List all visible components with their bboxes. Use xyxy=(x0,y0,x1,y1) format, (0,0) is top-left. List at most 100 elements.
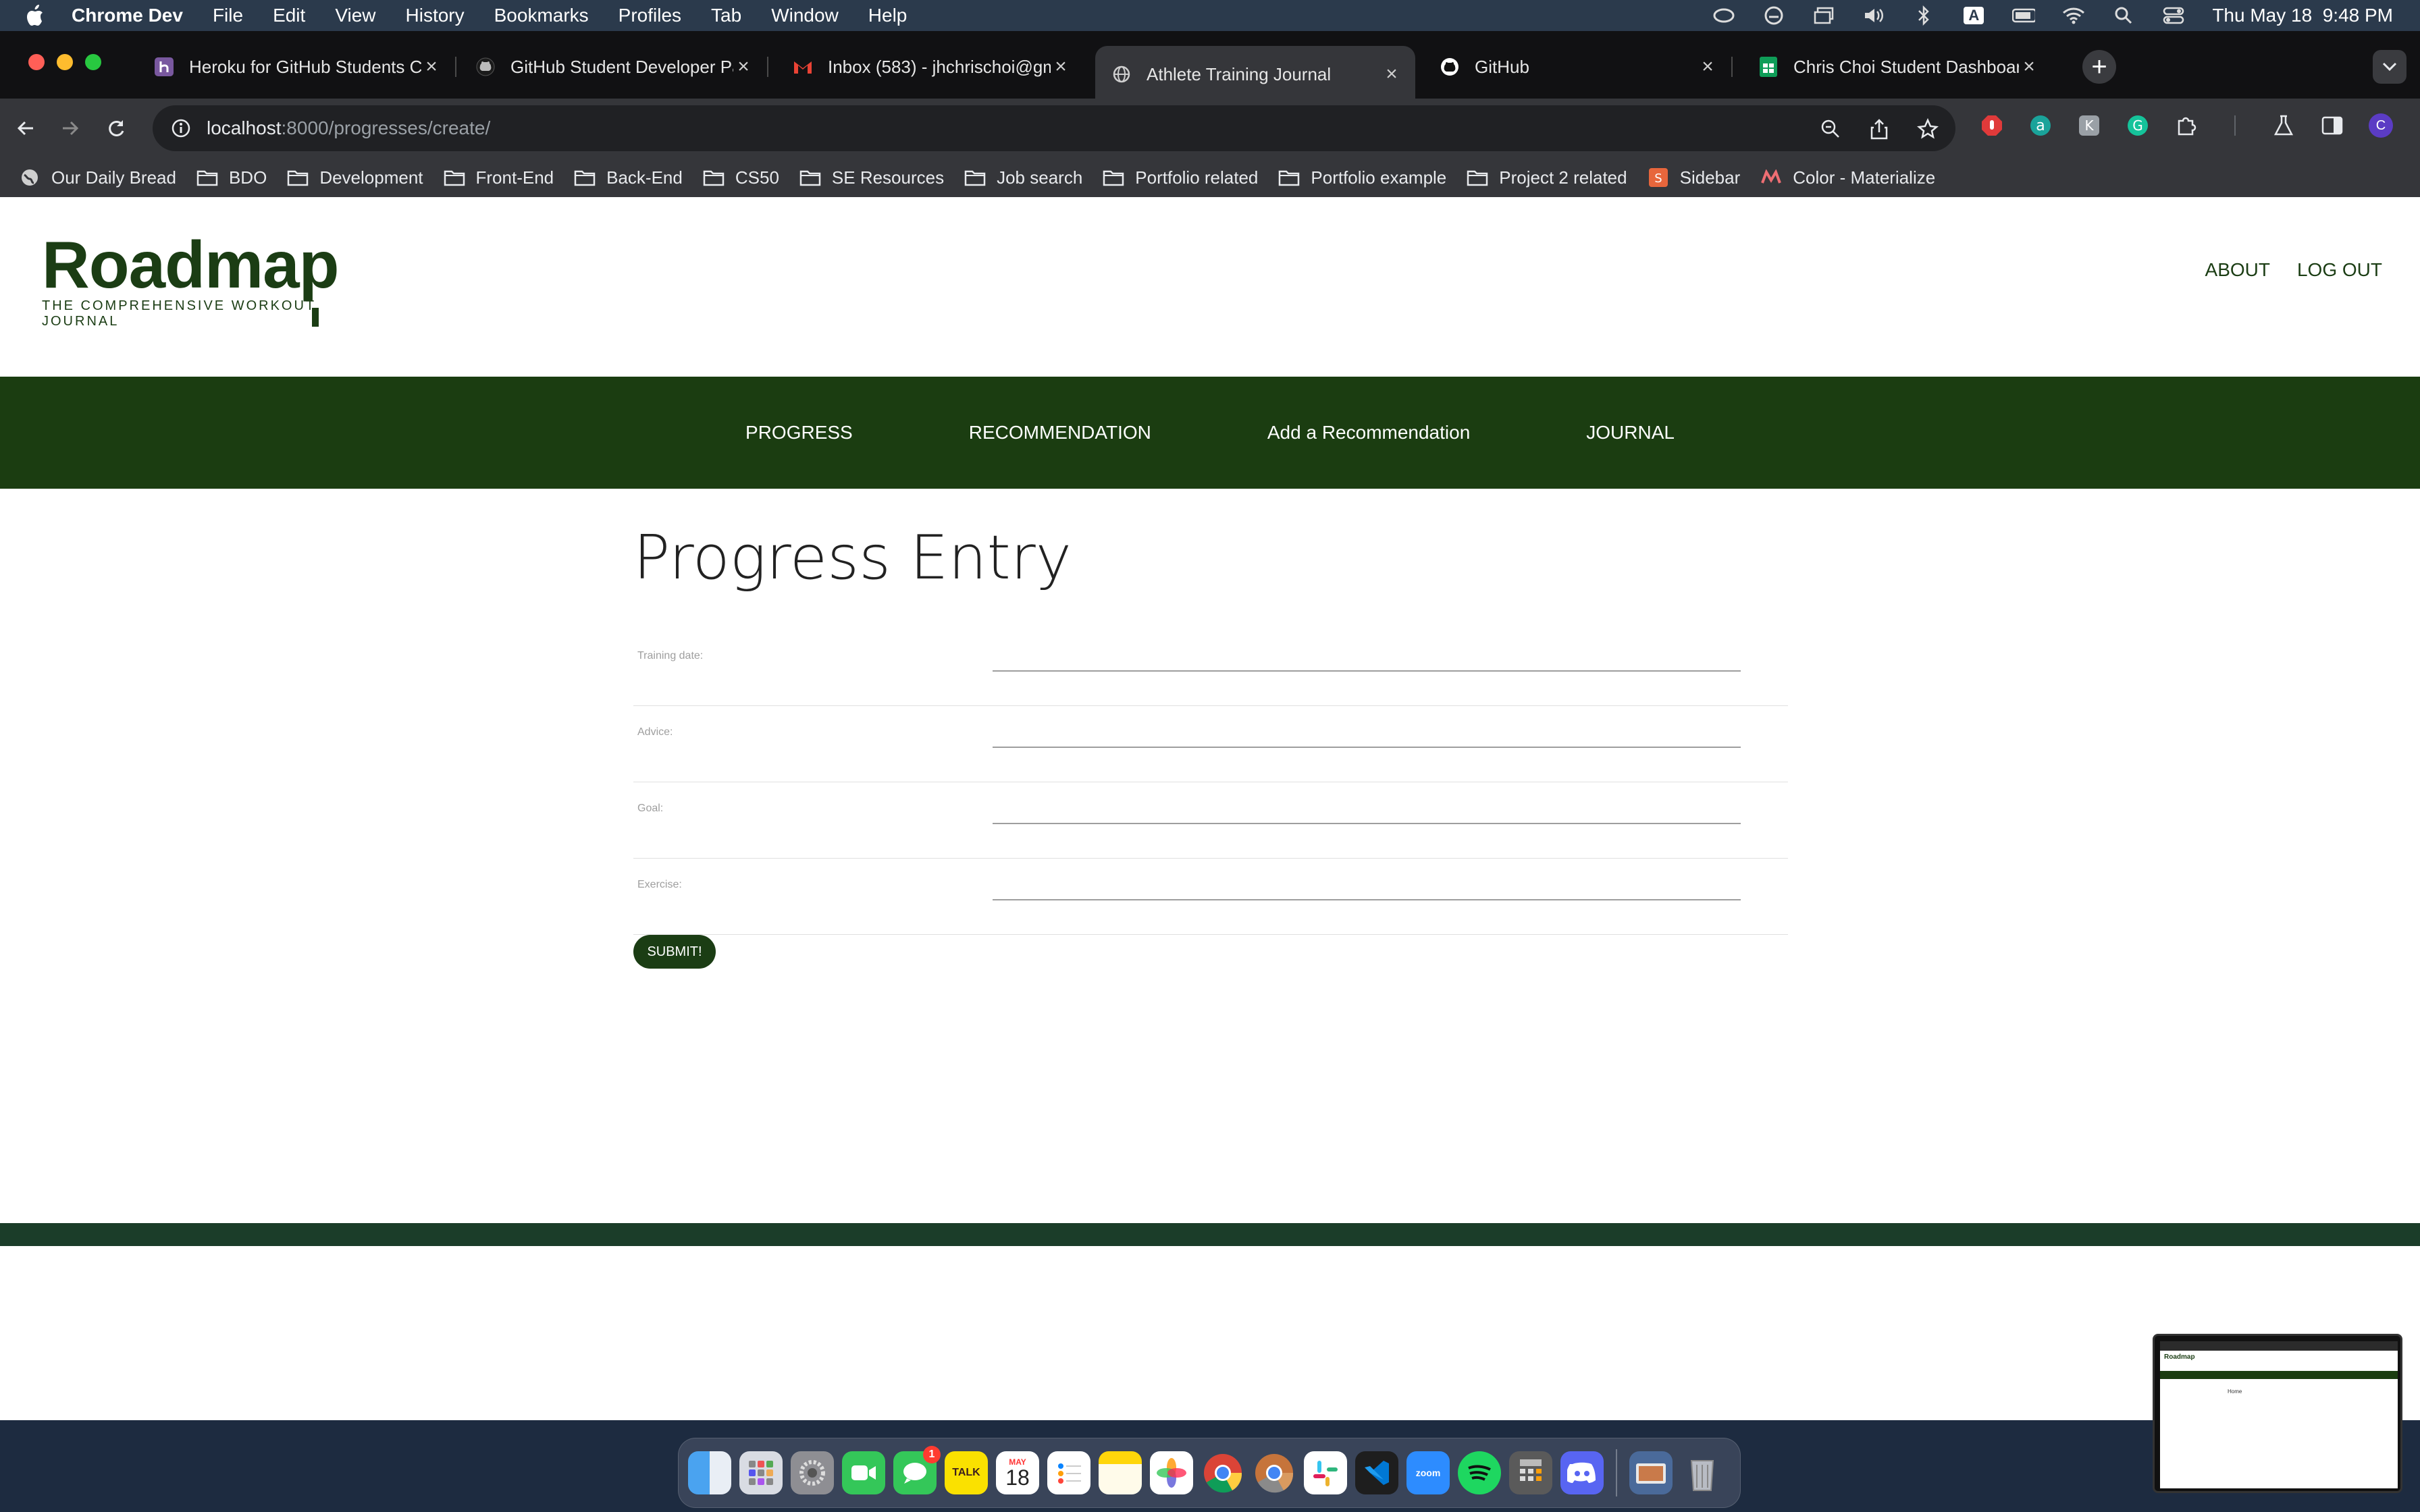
profile-avatar[interactable]: C xyxy=(2367,112,2394,139)
nav-add-recommendation[interactable]: Add a Recommendation xyxy=(1267,422,1470,443)
tab-heroku[interactable]: Heroku for GitHub Students C × xyxy=(138,46,456,88)
close-window-icon[interactable] xyxy=(28,54,45,70)
bookmark-color-materialize[interactable]: Color - Materialize xyxy=(1760,167,1935,188)
kakaotalk-icon[interactable]: TALK xyxy=(945,1451,988,1494)
bookmark-folder-project-2-related[interactable]: Project 2 related xyxy=(1467,167,1627,188)
apple-menu-icon[interactable] xyxy=(24,4,51,27)
side-panel-icon[interactable] xyxy=(2319,112,2346,139)
input-source-icon[interactable]: A xyxy=(1962,7,1985,24)
notes-icon[interactable] xyxy=(1099,1451,1142,1494)
menu-history[interactable]: History xyxy=(406,5,465,26)
menu-app-name[interactable]: Chrome Dev xyxy=(72,5,183,26)
grammarly-icon[interactable]: G xyxy=(2124,112,2151,139)
tab-github-student[interactable]: GitHub Student Developer Pa × xyxy=(459,46,768,88)
creative-cloud-icon[interactable] xyxy=(1712,7,1735,24)
nav-recommendation[interactable]: RECOMMENDATION xyxy=(969,422,1151,443)
bookmark-star-icon[interactable] xyxy=(1914,115,1942,143)
bookmark-folder-front-end[interactable]: Front-End xyxy=(444,167,554,188)
volume-icon[interactable] xyxy=(1862,7,1885,24)
menubar-clock[interactable]: Thu May 18 9:48 PM xyxy=(2212,5,2393,26)
back-button[interactable] xyxy=(9,112,42,144)
close-tab-icon[interactable]: × xyxy=(2019,55,2039,78)
bookmark-folder-back-end[interactable]: Back-End xyxy=(574,167,683,188)
about-link[interactable]: ABOUT xyxy=(2205,259,2270,281)
nav-progress[interactable]: PROGRESS xyxy=(745,422,853,443)
menu-tab[interactable]: Tab xyxy=(711,5,741,26)
close-tab-icon[interactable]: × xyxy=(1382,63,1402,85)
bookmark-folder-se-resources[interactable]: SE Resources xyxy=(799,167,944,188)
minimize-window-icon[interactable] xyxy=(57,54,73,70)
bookmark-folder-job-search[interactable]: Job search xyxy=(964,167,1082,188)
close-tab-icon[interactable]: × xyxy=(1698,55,1718,78)
kebab-menu-icon[interactable] xyxy=(2416,112,2420,139)
extensions-puzzle-icon[interactable] xyxy=(2173,112,2200,139)
chrome-dev-icon[interactable] xyxy=(1253,1451,1296,1494)
url-text[interactable]: localhost:8000/progresses/create/ xyxy=(207,117,490,139)
share-icon[interactable] xyxy=(1865,115,1893,143)
goal-input[interactable] xyxy=(993,799,1741,824)
facetime-icon[interactable] xyxy=(842,1451,885,1494)
exercise-input[interactable] xyxy=(993,875,1741,900)
wifi-icon[interactable] xyxy=(2062,7,2085,24)
advice-input[interactable] xyxy=(993,722,1741,748)
chrome-icon[interactable] xyxy=(1201,1451,1244,1494)
zoom-icon[interactable]: zoom xyxy=(1406,1451,1450,1494)
bookmark-our-daily-bread[interactable]: Our Daily Bread xyxy=(19,167,176,188)
bookmark-folder-development[interactable]: Development xyxy=(287,167,423,188)
photos-icon[interactable] xyxy=(1150,1451,1193,1494)
menu-profiles[interactable]: Profiles xyxy=(619,5,681,26)
trash-icon[interactable] xyxy=(1681,1451,1724,1494)
new-tab-button[interactable]: + xyxy=(2082,50,2116,84)
calculator-icon[interactable] xyxy=(1509,1451,1552,1494)
vscode-icon[interactable] xyxy=(1355,1451,1398,1494)
preview-icon[interactable] xyxy=(1629,1451,1673,1494)
cloud-sync-icon[interactable] xyxy=(1762,6,1785,25)
submit-button[interactable]: SUBMIT! xyxy=(633,935,716,969)
spotlight-search-icon[interactable] xyxy=(2112,7,2135,24)
menu-window[interactable]: Window xyxy=(771,5,839,26)
tab-search-button[interactable] xyxy=(2373,50,2406,84)
bookmark-folder-portfolio-example[interactable]: Portfolio example xyxy=(1278,167,1446,188)
adblock-extension-icon[interactable] xyxy=(1978,112,2005,139)
battery-icon[interactable] xyxy=(2012,7,2036,24)
spotify-icon[interactable] xyxy=(1458,1451,1501,1494)
extension-a-icon[interactable]: a xyxy=(2027,112,2054,139)
bluetooth-icon[interactable] xyxy=(1912,5,1935,26)
bookmark-folder-bdo[interactable]: BDO xyxy=(196,167,267,188)
launchpad-icon[interactable] xyxy=(739,1451,783,1494)
control-center-icon[interactable] xyxy=(2162,7,2185,24)
reminders-icon[interactable] xyxy=(1047,1451,1090,1494)
slack-icon[interactable] xyxy=(1304,1451,1347,1494)
menu-file[interactable]: File xyxy=(213,5,243,26)
system-settings-icon[interactable] xyxy=(791,1451,834,1494)
window-stack-icon[interactable] xyxy=(1812,7,1835,24)
site-info-icon[interactable] xyxy=(167,115,194,142)
forward-button[interactable] xyxy=(54,112,86,144)
extension-k-icon[interactable]: K xyxy=(2076,112,2103,139)
nav-journal[interactable]: JOURNAL xyxy=(1586,422,1675,443)
bookmark-folder-cs50[interactable]: CS50 xyxy=(703,167,779,188)
labs-flask-icon[interactable] xyxy=(2270,112,2297,139)
tab-gmail-inbox[interactable]: Inbox (583) - jhchrischoi@gm × xyxy=(777,46,1084,88)
tab-student-dashboard[interactable]: Chris Choi Student Dashboard × xyxy=(1742,46,2053,88)
bookmark-folder-portfolio-related[interactable]: Portfolio related xyxy=(1103,167,1258,188)
address-bar[interactable]: localhost:8000/progresses/create/ xyxy=(153,105,1955,151)
messages-icon[interactable]: 1 xyxy=(893,1446,941,1494)
menu-help[interactable]: Help xyxy=(868,5,908,26)
menu-bookmarks[interactable]: Bookmarks xyxy=(494,5,589,26)
close-tab-icon[interactable]: × xyxy=(421,55,442,78)
calendar-icon[interactable]: MAY 18 xyxy=(996,1451,1039,1494)
finder-icon[interactable] xyxy=(688,1451,731,1494)
discord-icon[interactable] xyxy=(1560,1451,1604,1494)
training-date-input[interactable] xyxy=(993,646,1741,672)
zoom-window-icon[interactable] xyxy=(85,54,101,70)
window-thumbnail-preview[interactable]: Roadmap Home xyxy=(2153,1334,2402,1493)
logout-link[interactable]: LOG OUT xyxy=(2297,259,2382,281)
roadmap-logo[interactable]: Roadmap THE COMPREHENSIVE WORKOUT JOURNA… xyxy=(42,231,352,332)
menu-view[interactable]: View xyxy=(335,5,375,26)
tab-athlete-training-journal[interactable]: Athlete Training Journal × xyxy=(1095,46,1415,103)
menu-edit[interactable]: Edit xyxy=(273,5,305,26)
tab-github[interactable]: GitHub × xyxy=(1423,46,1733,88)
reload-button[interactable] xyxy=(100,112,132,144)
close-tab-icon[interactable]: × xyxy=(1051,55,1071,78)
